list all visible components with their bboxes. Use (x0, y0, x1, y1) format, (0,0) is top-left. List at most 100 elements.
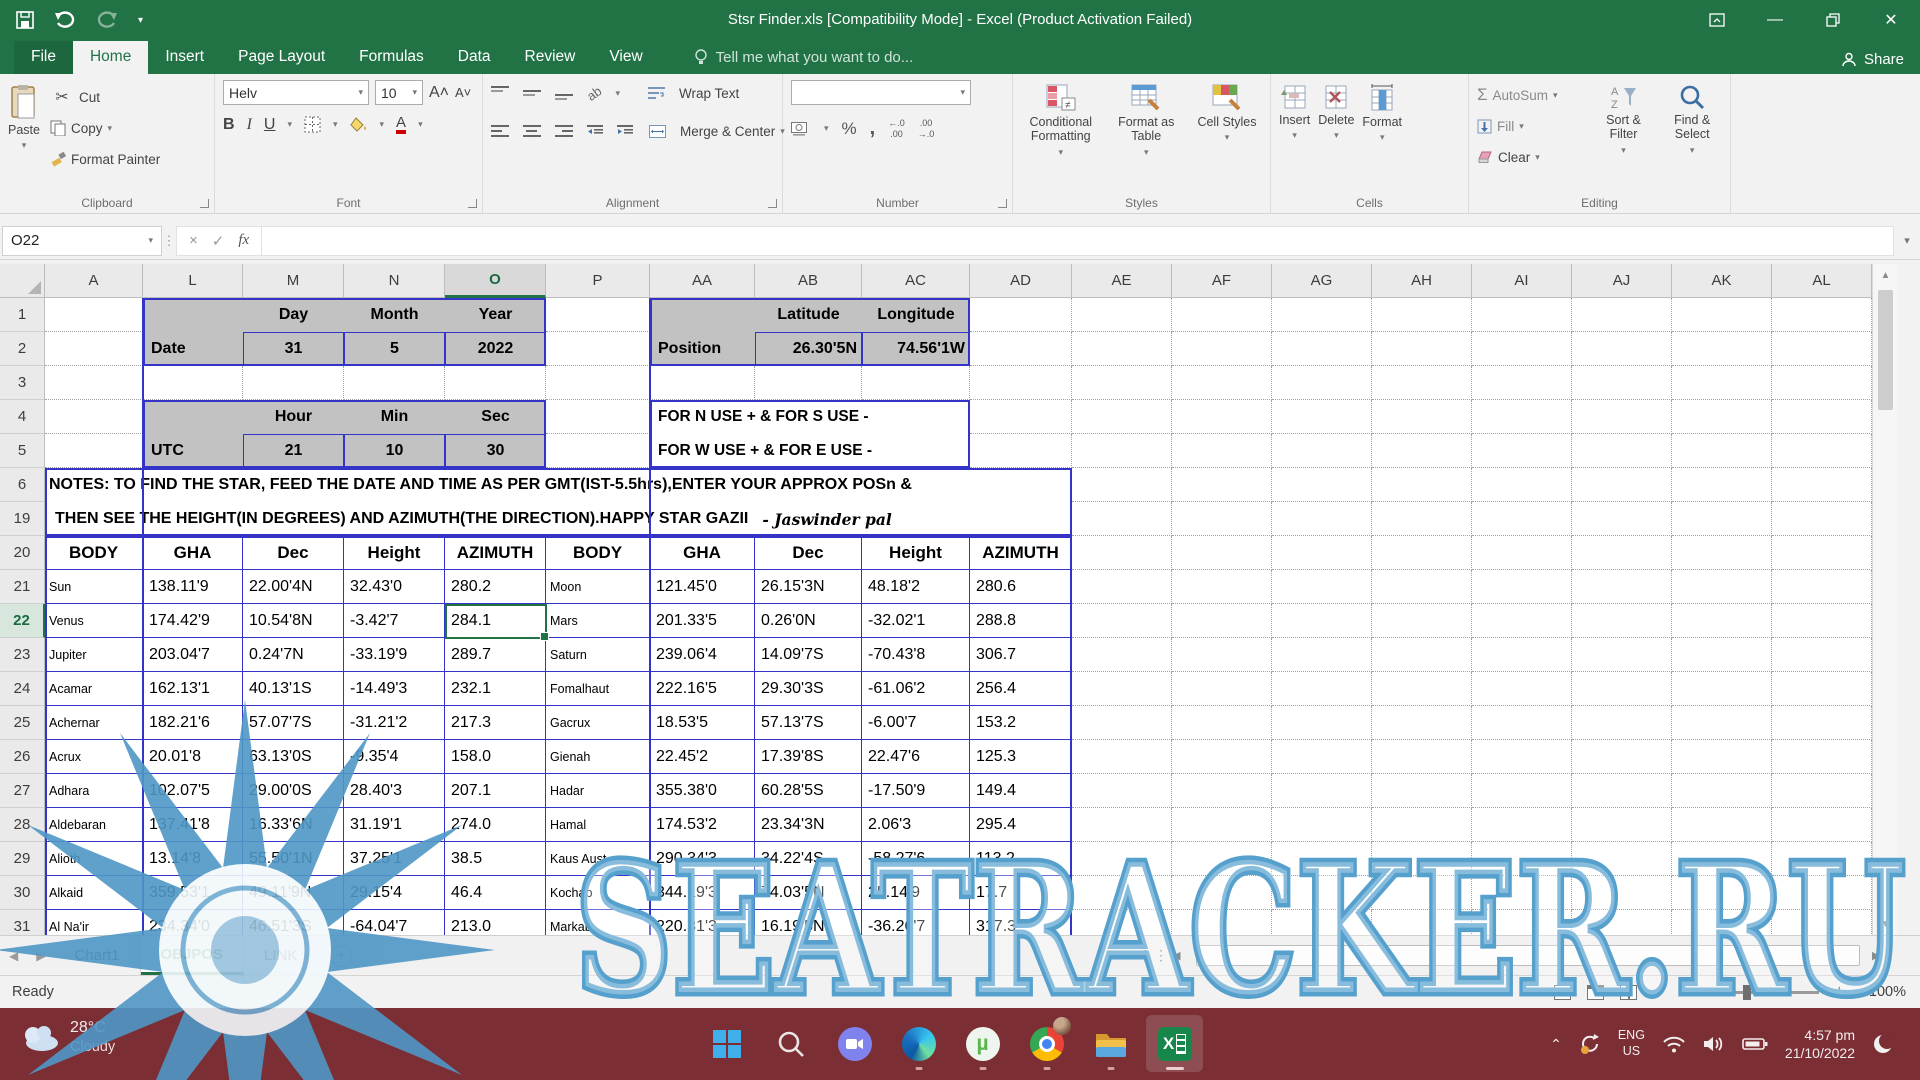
cell[interactable] (1172, 706, 1272, 740)
cell[interactable]: 295.4 (970, 808, 1072, 842)
cell[interactable] (45, 298, 143, 332)
cell[interactable] (1072, 774, 1172, 808)
cell[interactable] (1472, 570, 1572, 604)
cell[interactable] (1072, 434, 1172, 468)
cell[interactable]: 74.03'5N (755, 876, 862, 910)
cell[interactable] (1472, 876, 1572, 910)
notes-cell[interactable]: THEN SEE THE HEIGHT(IN DEGREES) AND AZIM… (45, 502, 1072, 536)
accounting-dropdown-icon[interactable]: ▾ (824, 123, 829, 134)
cell[interactable]: 174.42'9 (143, 604, 243, 638)
cell[interactable]: Hamal (546, 808, 650, 842)
restore-button[interactable] (1804, 0, 1862, 40)
cell[interactable] (1172, 468, 1272, 502)
cell[interactable]: 30 (445, 434, 546, 468)
cell[interactable]: 153.2 (970, 706, 1072, 740)
scroll-down-icon[interactable]: ▼ (1873, 913, 1898, 935)
align-right-icon[interactable] (555, 125, 573, 137)
cell[interactable]: Alkaid (45, 876, 143, 910)
cell[interactable] (1572, 502, 1672, 536)
column-header[interactable]: AH (1372, 264, 1472, 298)
vertical-scrollbar[interactable]: ▲ ▼ (1872, 264, 1898, 935)
font-color-dropdown-icon[interactable]: ▾ (418, 119, 423, 130)
cell[interactable] (1672, 604, 1772, 638)
cell[interactable] (1772, 400, 1872, 434)
cell[interactable] (1372, 774, 1472, 808)
zoom-out-icon[interactable]: − (1653, 983, 1662, 1001)
zoom-in-icon[interactable]: + (1835, 983, 1844, 1001)
cell[interactable] (1372, 638, 1472, 672)
cell[interactable] (45, 400, 143, 434)
cell[interactable] (1272, 774, 1372, 808)
cell[interactable]: 49.11'9N (243, 876, 344, 910)
row-header[interactable]: 4 (0, 400, 45, 434)
cell[interactable] (1672, 740, 1772, 774)
formula-input[interactable] (262, 226, 1894, 256)
cell[interactable] (1372, 706, 1472, 740)
align-center-icon[interactable] (523, 125, 541, 137)
cell[interactable]: 274.0 (445, 808, 546, 842)
cell[interactable]: 220.31'3 (650, 910, 755, 935)
cell[interactable] (1672, 298, 1772, 332)
ribbon-tab[interactable]: Insert (148, 41, 221, 74)
column-header[interactable]: AI (1472, 264, 1572, 298)
row-header[interactable]: 27 (0, 774, 45, 808)
cell[interactable] (1172, 740, 1272, 774)
cell[interactable] (1672, 502, 1772, 536)
cell[interactable] (1072, 876, 1172, 910)
cell[interactable]: 48.18'2 (862, 570, 970, 604)
cell[interactable] (1672, 332, 1772, 366)
ribbon-tab[interactable]: Home (73, 41, 148, 74)
cell[interactable] (1772, 672, 1872, 706)
cell[interactable]: 40.13'1S (243, 672, 344, 706)
paste-dropdown-icon[interactable]: ▾ (22, 140, 27, 150)
cell[interactable] (1272, 366, 1372, 400)
cell[interactable] (1172, 604, 1272, 638)
cell[interactable] (1372, 298, 1472, 332)
cell[interactable] (1572, 536, 1672, 570)
battery-icon[interactable] (1742, 1037, 1768, 1051)
cell[interactable]: 344.19'3 (650, 876, 755, 910)
row-header[interactable]: 22 (0, 604, 45, 638)
cell[interactable] (243, 366, 344, 400)
merge-center-button[interactable]: Merge & Center▾ (680, 118, 785, 144)
tab-splitter[interactable]: ⋮⋮ (1138, 947, 1170, 964)
cell[interactable]: BODY (546, 536, 650, 570)
volume-icon[interactable] (1703, 1035, 1725, 1053)
cell[interactable] (1472, 366, 1572, 400)
tray-chevron-icon[interactable]: ⌃ (1550, 1036, 1562, 1053)
cell[interactable] (1072, 400, 1172, 434)
fill-button[interactable]: Fill▾ (1477, 113, 1585, 139)
cell[interactable] (1272, 502, 1372, 536)
zoom-slider-thumb[interactable] (1743, 985, 1751, 1000)
number-format-combo[interactable]: ▾ (791, 80, 971, 105)
align-middle-icon[interactable] (523, 86, 541, 100)
cell[interactable]: -6.00'7 (862, 706, 970, 740)
cell[interactable]: Day (243, 298, 344, 332)
ribbon-tab[interactable]: Data (441, 41, 508, 74)
cell[interactable]: -58.27'6 (862, 842, 970, 876)
cell[interactable]: 162.13'1 (143, 672, 243, 706)
cell[interactable]: 217.3 (445, 706, 546, 740)
decrease-decimal-icon[interactable]: .00→.0 (918, 118, 935, 140)
cell[interactable]: 21 (243, 434, 344, 468)
cell[interactable] (1772, 366, 1872, 400)
cell[interactable] (1172, 842, 1272, 876)
vertical-scroll-thumb[interactable] (1878, 290, 1893, 410)
cell[interactable] (1372, 536, 1472, 570)
cell[interactable] (1572, 434, 1672, 468)
cell[interactable] (1172, 774, 1272, 808)
cell[interactable]: 14.09'7S (755, 638, 862, 672)
cell[interactable]: 207.1 (445, 774, 546, 808)
cell[interactable] (1672, 400, 1772, 434)
cell[interactable]: 10 (344, 434, 445, 468)
clock[interactable]: 4:57 pm21/10/2022 (1785, 1026, 1855, 1062)
scroll-up-icon[interactable]: ▲ (1873, 264, 1898, 286)
cell[interactable] (1772, 842, 1872, 876)
cell[interactable]: 28.40'3 (344, 774, 445, 808)
cell[interactable] (1472, 842, 1572, 876)
cell[interactable] (1372, 502, 1472, 536)
cell[interactable] (1772, 502, 1872, 536)
sheet-tab-chart1[interactable]: Chart1 (54, 936, 140, 975)
cell[interactable]: Acamar (45, 672, 143, 706)
cell[interactable] (1372, 570, 1472, 604)
